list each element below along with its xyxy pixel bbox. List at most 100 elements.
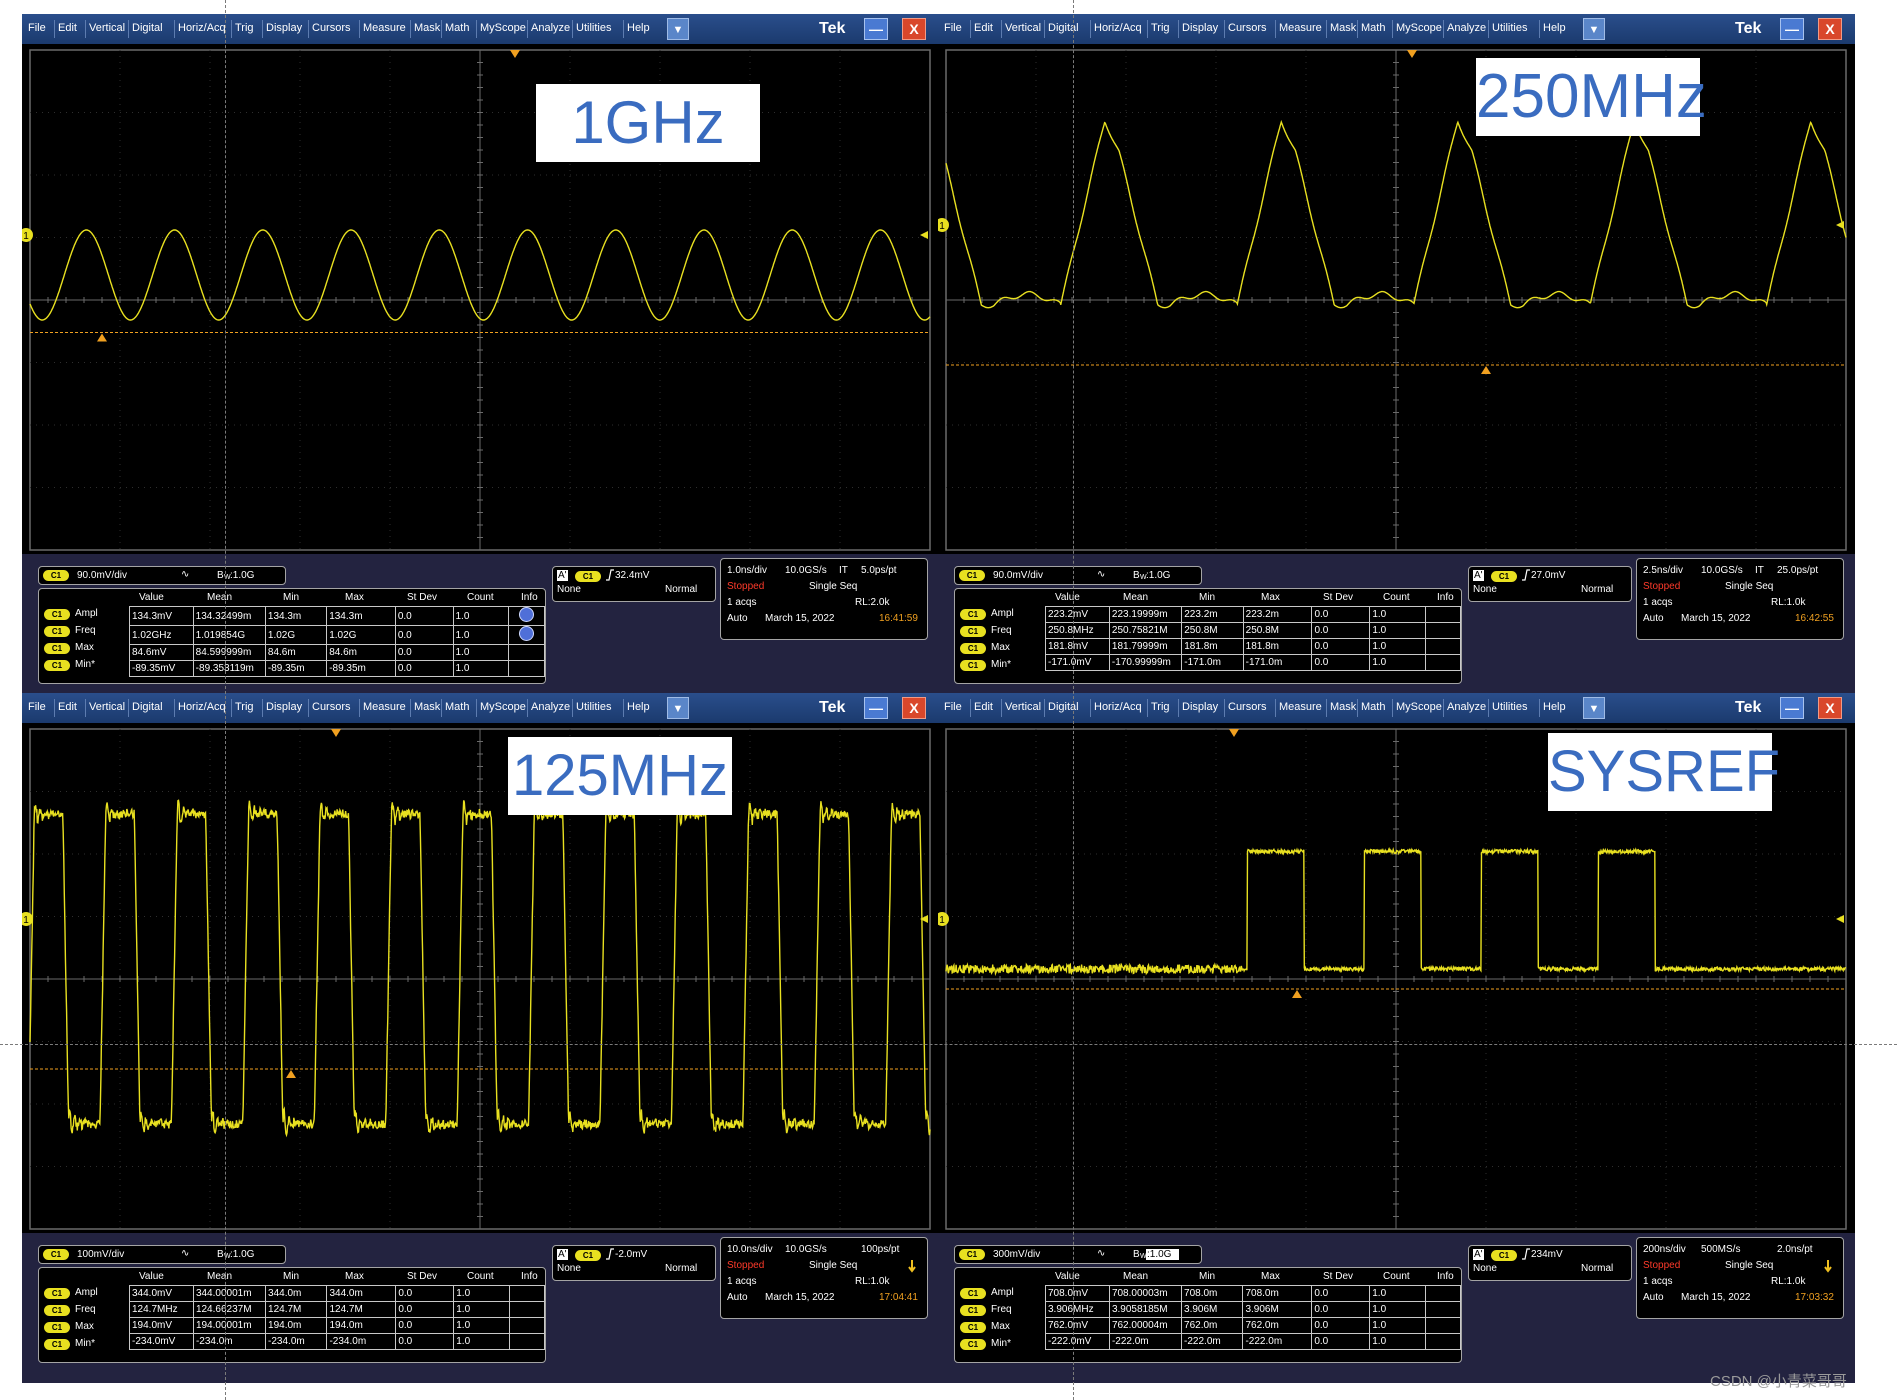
menu-item[interactable]: Vertical [1005, 701, 1041, 713]
acquisition-readout[interactable]: 1.0ns/div 10.0GS/s IT 5.0ps/pt Stopped Single… [720, 558, 928, 640]
measurement-panel[interactable]: Value Mean Min Max St Dev Count Info 134.3mV 134… [38, 588, 546, 684]
chevron-down-icon[interactable]: ▼ [1583, 18, 1605, 40]
menu-item[interactable]: Display [1182, 22, 1218, 34]
menu-item[interactable]: Horiz/Acq [1094, 22, 1142, 34]
channel-readout[interactable]: C1 300mV/div ∿ B W:1.0G [954, 1245, 1202, 1264]
menu-item[interactable]: Trig [1151, 22, 1170, 34]
chevron-down-icon[interactable]: ▼ [667, 697, 689, 719]
chevron-down-icon[interactable]: ▼ [1583, 697, 1605, 719]
menu-item[interactable]: Utilities [576, 701, 611, 713]
menu-item[interactable]: Math [445, 701, 469, 713]
info-icon[interactable] [519, 607, 534, 622]
menu-item[interactable]: Cursors [1228, 22, 1267, 34]
menu-item[interactable]: Analyze [1447, 701, 1486, 713]
minimize-icon[interactable]: — [1780, 697, 1804, 719]
table-row[interactable]: 223.2mV 223.19999m 223.2m 223.2m 0.0 1.0 [1046, 607, 1461, 623]
menu-item[interactable]: Edit [58, 701, 77, 713]
chevron-down-icon[interactable]: ▼ [667, 18, 689, 40]
menu-item[interactable]: Vertical [1005, 22, 1041, 34]
menu-item[interactable]: Measure [1279, 701, 1322, 713]
menu-item[interactable]: Measure [363, 22, 406, 34]
table-row[interactable]: -89.35mV -89.353119m -89.35m -89.35m 0.0 1.0 [130, 661, 545, 677]
menu-item[interactable]: Mask [1330, 22, 1356, 34]
menu-item[interactable]: MyScope [480, 22, 526, 34]
menu-item[interactable]: Analyze [1447, 22, 1486, 34]
menu-item[interactable]: File [944, 22, 962, 34]
table-row[interactable]: -222.0mV -222.0m -222.0m -222.0m 0.0 1.0 [1046, 1334, 1461, 1350]
menu-item[interactable]: Display [1182, 701, 1218, 713]
trigger-readout[interactable]: A' C1 32.4mV None Normal [552, 566, 716, 602]
table-row[interactable]: 181.8mV 181.79999m 181.8m 181.8m 0.0 1.0 [1046, 639, 1461, 655]
menu-item[interactable]: Cursors [1228, 701, 1267, 713]
measurement-panel[interactable]: Value Mean Min Max St Dev Count Info 344.0mV 344… [38, 1267, 546, 1363]
trigger-readout[interactable]: A' C1 27.0mV None Normal [1468, 566, 1632, 602]
close-icon[interactable]: X [902, 697, 926, 719]
info-icon[interactable] [519, 626, 534, 641]
menu-item[interactable]: Help [627, 701, 650, 713]
measurement-panel[interactable]: Value Mean Min Max St Dev Count Info 708.0mV 708… [954, 1267, 1462, 1363]
menu-item[interactable]: Mask [414, 701, 440, 713]
menu-item[interactable]: MyScope [1396, 701, 1442, 713]
waveform-display[interactable]: 1 [938, 44, 1855, 554]
menu-item[interactable]: Vertical [89, 22, 125, 34]
menu-item[interactable]: MyScope [480, 701, 526, 713]
menu-item[interactable]: Vertical [89, 701, 125, 713]
minimize-icon[interactable]: — [864, 697, 888, 719]
menu-item[interactable]: Trig [235, 22, 254, 34]
menu-item[interactable]: Cursors [312, 701, 351, 713]
menu-item[interactable]: File [28, 22, 46, 34]
menu-item[interactable]: Horiz/Acq [178, 701, 226, 713]
menu-item[interactable]: Horiz/Acq [1094, 701, 1142, 713]
menu-item[interactable]: Measure [1279, 22, 1322, 34]
menu-item[interactable]: Digital [132, 22, 163, 34]
acquisition-readout[interactable]: 200ns/div 500MS/s 2.0ns/pt Stopped Single Se… [1636, 1237, 1844, 1319]
table-row[interactable]: 124.7MHz 124.66237M 124.7M 124.7M 0.0 1.0 [130, 1302, 545, 1318]
menu-item[interactable]: Mask [1330, 701, 1356, 713]
menu-item[interactable]: Measure [363, 701, 406, 713]
table-row[interactable]: -171.0mV -170.99999m -171.0m -171.0m 0.0 1.0 [1046, 655, 1461, 671]
menu-item[interactable]: Math [1361, 22, 1385, 34]
table-row[interactable]: 134.3mV 134.32499m 134.3m 134.3m 0.0 1.0 [130, 607, 545, 626]
menu-item[interactable]: Digital [132, 701, 163, 713]
close-icon[interactable]: X [902, 18, 926, 40]
menu-item[interactable]: Help [1543, 701, 1566, 713]
menu-item[interactable]: Help [627, 22, 650, 34]
table-row[interactable]: 250.8MHz 250.75821M 250.8M 250.8M 0.0 1.0 [1046, 623, 1461, 639]
menu-item[interactable]: File [28, 701, 46, 713]
trigger-readout[interactable]: A' C1 -2.0mV None Normal [552, 1245, 716, 1281]
close-icon[interactable]: X [1818, 697, 1842, 719]
menu-item[interactable]: Display [266, 701, 302, 713]
menu-item[interactable]: Edit [974, 22, 993, 34]
table-row[interactable]: 762.0mV 762.00004m 762.0m 762.0m 0.0 1.0 [1046, 1318, 1461, 1334]
menu-item[interactable]: Edit [58, 22, 77, 34]
table-row[interactable]: 3.906MHz 3.9058185M 3.906M 3.906M 0.0 1.0 [1046, 1302, 1461, 1318]
channel-readout[interactable]: C1 90.0mV/div ∿ B W:1.0G [38, 566, 286, 585]
table-row[interactable]: 84.6mV 84.599999m 84.6m 84.6m 0.0 1.0 [130, 645, 545, 661]
acquisition-readout[interactable]: 2.5ns/div 10.0GS/s IT 25.0ps/pt Stopped Singl… [1636, 558, 1844, 640]
menu-item[interactable]: Math [1361, 701, 1385, 713]
channel-readout[interactable]: C1 100mV/div ∿ B W:1.0G [38, 1245, 286, 1264]
menu-item[interactable]: MyScope [1396, 22, 1442, 34]
table-row[interactable]: -234.0mV -234.0m -234.0m -234.0m 0.0 1.0 [130, 1334, 545, 1350]
table-row[interactable]: 194.0mV 194.00001m 194.0m 194.0m 0.0 1.0 [130, 1318, 545, 1334]
table-row[interactable]: 708.0mV 708.00003m 708.0m 708.0m 0.0 1.0 [1046, 1286, 1461, 1302]
close-icon[interactable]: X [1818, 18, 1842, 40]
waveform-display[interactable]: 1 [22, 44, 939, 554]
menu-item[interactable]: Display [266, 22, 302, 34]
menu-item[interactable]: Utilities [1492, 701, 1527, 713]
menu-item[interactable]: Trig [235, 701, 254, 713]
menu-item[interactable]: Math [445, 22, 469, 34]
menu-item[interactable]: Mask [414, 22, 440, 34]
menu-item[interactable]: Horiz/Acq [178, 22, 226, 34]
menu-item[interactable]: File [944, 701, 962, 713]
menu-item[interactable]: Trig [1151, 701, 1170, 713]
menu-item[interactable]: Analyze [531, 701, 570, 713]
minimize-icon[interactable]: — [1780, 18, 1804, 40]
menu-item[interactable]: Edit [974, 701, 993, 713]
minimize-icon[interactable]: — [864, 18, 888, 40]
waveform-display[interactable]: 1 [22, 723, 939, 1233]
table-row[interactable]: 1.02GHz 1.019854G 1.02G 1.02G 0.0 1.0 [130, 626, 545, 645]
channel-readout[interactable]: C1 90.0mV/div ∿ B W:1.0G [954, 566, 1202, 585]
table-row[interactable]: 344.0mV 344.00001m 344.0m 344.0m 0.0 1.0 [130, 1286, 545, 1302]
menu-item[interactable]: Help [1543, 22, 1566, 34]
